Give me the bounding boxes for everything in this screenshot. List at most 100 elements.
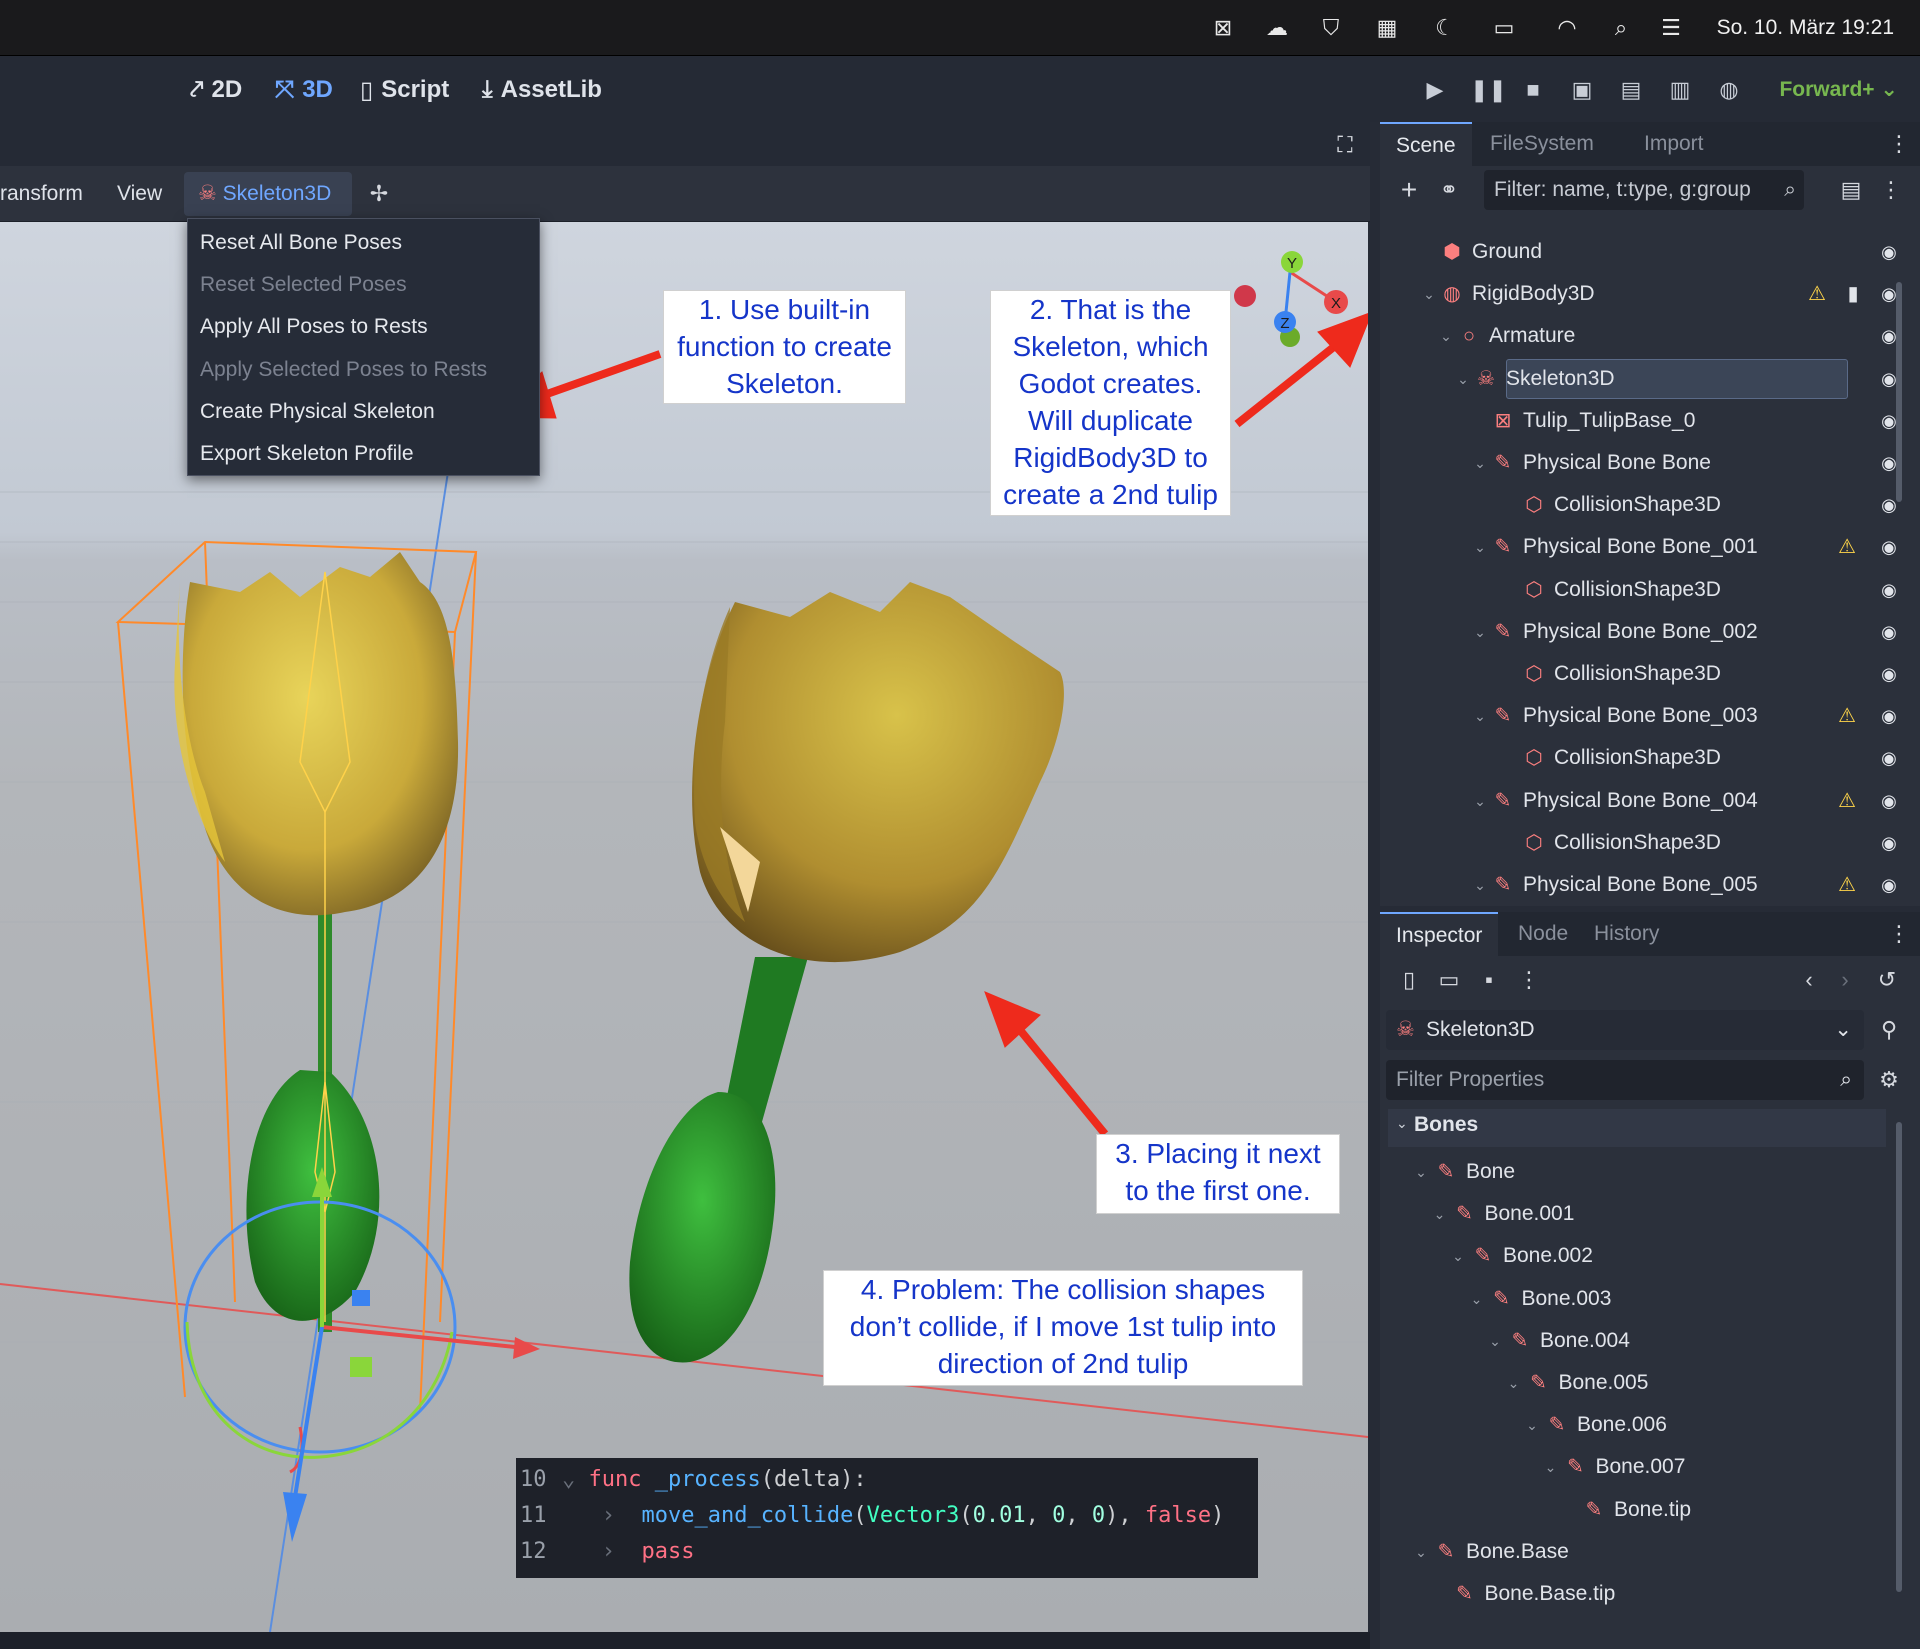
warning-icon[interactable]: ⚠ bbox=[1834, 789, 1860, 813]
battery-icon[interactable]: ▭ bbox=[1484, 14, 1524, 42]
bone-row[interactable]: ⌄ ✎ Bone.001 bbox=[1388, 1194, 1888, 1234]
visibility-eye-icon[interactable]: ◉ bbox=[1876, 620, 1902, 644]
visibility-eye-icon[interactable]: ◉ bbox=[1876, 240, 1902, 264]
bone-row[interactable]: ✎ Bone.tip bbox=[1388, 1490, 1888, 1530]
chevron-down-icon[interactable]: ⌄ bbox=[1449, 1244, 1467, 1268]
no-camera-icon[interactable]: ⊠ bbox=[1208, 14, 1238, 42]
bone-row[interactable]: ⌄ ✎ Bone.Base bbox=[1388, 1532, 1888, 1572]
scene-tree-row[interactable]: ⌄ ◍ RigidBody3D ⚠ ▮ ◉ bbox=[1388, 274, 1918, 314]
scene-tree-row[interactable]: ⌄ ✎ Physical Bone Bone_001 ⚠ ◉ bbox=[1388, 527, 1918, 567]
script-icon[interactable]: ▮ bbox=[1840, 282, 1866, 306]
chevron-down-icon[interactable]: ⌄ bbox=[1471, 620, 1489, 644]
scene-tree-row[interactable]: ⊠ Tulip_TulipBase_0 ◉ bbox=[1388, 401, 1918, 441]
chevron-down-icon[interactable]: ⌄ bbox=[1437, 324, 1455, 348]
bone-gizmo-icon[interactable]: ✢ bbox=[364, 179, 394, 209]
scene-tree-row[interactable]: ⌄ ○ Armature ◉ bbox=[1388, 316, 1918, 356]
history-back-icon[interactable]: ‹ bbox=[1794, 965, 1824, 995]
bone-row[interactable]: ⌄ ✎ Bone.003 bbox=[1388, 1279, 1888, 1319]
bones-section-header[interactable]: ⌄ Bones bbox=[1388, 1109, 1886, 1147]
tab-filesystem[interactable]: FileSystem bbox=[1474, 122, 1610, 166]
bone-row[interactable]: ⌄ ✎ Bone.006 bbox=[1388, 1405, 1888, 1445]
bone-row[interactable]: ⌄ ✎ Bone.004 bbox=[1388, 1321, 1888, 1361]
movie-maker-icon[interactable]: ◍ bbox=[1715, 76, 1743, 104]
warning-icon[interactable]: ⚠ bbox=[1834, 704, 1860, 728]
scene-tree-row[interactable]: ⌄ ☠ Skeleton3D ◉ bbox=[1388, 358, 1918, 399]
visibility-eye-icon[interactable]: ◉ bbox=[1876, 789, 1902, 813]
menu-item-create-physical-skeleton[interactable]: Create Physical Skeleton bbox=[200, 396, 435, 428]
shield-icon[interactable]: ⛉ bbox=[1316, 14, 1346, 42]
skeleton3d-menu-button[interactable]: ☠ Skeleton3D bbox=[184, 172, 352, 216]
play-icon[interactable]: ▶ bbox=[1421, 76, 1449, 104]
scene-tree-row[interactable]: ⌄ ✎ Physical Bone Bone ◉ bbox=[1388, 443, 1918, 483]
link-icon[interactable]: ⚭ bbox=[1434, 175, 1464, 205]
renderer-select[interactable]: Forward+ ⌄ bbox=[1779, 74, 1898, 106]
save-icon[interactable]: ▪ bbox=[1474, 965, 1504, 995]
bone-row[interactable]: ⌄ ✎ Bone bbox=[1388, 1152, 1888, 1192]
chevron-down-icon[interactable]: ⌄ bbox=[1542, 1455, 1560, 1479]
visibility-eye-icon[interactable]: ◉ bbox=[1876, 873, 1902, 897]
new-resource-icon[interactable]: ▯ bbox=[1394, 965, 1424, 995]
visibility-eye-icon[interactable]: ◉ bbox=[1876, 831, 1902, 855]
extra-options-icon[interactable]: ⋮ bbox=[1514, 965, 1544, 995]
filter-properties-input[interactable]: Filter Properties ⌕ bbox=[1386, 1060, 1864, 1100]
visibility-eye-icon[interactable]: ◉ bbox=[1876, 746, 1902, 770]
wifi-icon[interactable]: ◠ bbox=[1552, 14, 1582, 42]
tab-inspector[interactable]: Inspector bbox=[1380, 912, 1499, 956]
scene-tree-row[interactable]: ⌄ ✎ Physical Bone Bone_003 ⚠ ◉ bbox=[1388, 696, 1918, 736]
scene-tree-row[interactable]: ⬡ CollisionShape3D ◉ bbox=[1388, 738, 1918, 778]
play-scene-icon[interactable]: ▤ bbox=[1617, 76, 1645, 104]
scene-tree-row[interactable]: ⌄ ✎ Physical Bone Bone_005 ⚠ ◉ bbox=[1388, 865, 1918, 904]
warning-icon[interactable]: ⚠ bbox=[1834, 873, 1860, 897]
scene-tree-scrollbar[interactable] bbox=[1896, 282, 1902, 502]
warning-icon[interactable]: ⚠ bbox=[1804, 282, 1830, 306]
chevron-down-icon[interactable]: ⌄ bbox=[1431, 1202, 1449, 1226]
scene-tree-row[interactable]: ⬢ Ground ◉ bbox=[1388, 232, 1918, 272]
move-gizmo[interactable] bbox=[283, 1167, 540, 1542]
chevron-down-icon[interactable]: ⌄ bbox=[1471, 873, 1489, 897]
distraction-free-icon[interactable]: ⛶ bbox=[1330, 130, 1360, 160]
workspace-script-button[interactable]: ▯ Script bbox=[360, 74, 449, 106]
workspace-assetlib-button[interactable]: ⤓ AssetLib bbox=[482, 74, 602, 106]
chevron-down-icon[interactable]: ⌄ bbox=[1471, 704, 1489, 728]
pause-icon[interactable]: ❚❚ bbox=[1470, 76, 1507, 104]
view-menu[interactable]: View bbox=[117, 178, 162, 210]
chevron-down-icon[interactable]: ⌄ bbox=[1471, 451, 1489, 475]
history-forward-icon[interactable]: › bbox=[1830, 965, 1860, 995]
bone-row[interactable]: ⌄ ✎ Bone.005 bbox=[1388, 1363, 1888, 1403]
inspector-scrollbar[interactable] bbox=[1896, 1122, 1902, 1592]
tab-scene[interactable]: Scene bbox=[1380, 122, 1472, 166]
chevron-down-icon[interactable]: ⌄ bbox=[1420, 282, 1438, 306]
scene-filter-input[interactable]: Filter: name, t:type, g:group ⌕ bbox=[1484, 170, 1804, 210]
chevron-down-icon[interactable]: ⌄ bbox=[1523, 1413, 1541, 1437]
chevron-down-icon[interactable]: ⌄ bbox=[1486, 1329, 1504, 1353]
menu-item-reset-all-bone-poses[interactable]: Reset All Bone Poses bbox=[200, 227, 402, 259]
tab-history[interactable]: History bbox=[1578, 912, 1675, 956]
object-history-icon[interactable]: ↺ bbox=[1872, 965, 1902, 995]
tab-node[interactable]: Node bbox=[1502, 912, 1584, 956]
spotlight-search-icon[interactable]: ⌕ bbox=[1606, 14, 1636, 42]
open-docs-icon[interactable]: ⚲ bbox=[1874, 1015, 1904, 1045]
chevron-down-icon[interactable]: ⌄ bbox=[1468, 1287, 1486, 1311]
bone-row[interactable]: ⌄ ✎ Bone.002 bbox=[1388, 1236, 1888, 1276]
bone-row[interactable]: ✎ Bone.Base.tip bbox=[1388, 1574, 1888, 1614]
menu-item-export-skeleton-profile[interactable]: Export Skeleton Profile bbox=[200, 438, 414, 470]
scene-tree-row[interactable]: ⬡ CollisionShape3D ◉ bbox=[1388, 570, 1918, 610]
add-node-icon[interactable]: + bbox=[1394, 175, 1424, 205]
dock-menu-icon[interactable]: ⋮ bbox=[1884, 919, 1914, 949]
chevron-down-icon[interactable]: ⌄ bbox=[1471, 535, 1489, 559]
workspace-3d-button[interactable]: ⤧ 3D bbox=[275, 74, 333, 106]
keyboard-icon[interactable]: ▦ bbox=[1372, 14, 1402, 42]
menubar-clock[interactable]: So. 10. März 19:21 bbox=[1717, 14, 1894, 42]
chevron-down-icon[interactable]: ⌄ bbox=[1471, 789, 1489, 813]
object-select[interactable]: ☠ Skeleton3D ⌄ bbox=[1386, 1010, 1864, 1050]
tab-import[interactable]: Import bbox=[1628, 122, 1720, 166]
control-center-icon[interactable]: ☰ bbox=[1656, 14, 1686, 42]
cloud-icon[interactable]: ☁ bbox=[1262, 14, 1292, 42]
bone-row[interactable]: ⌄ ✎ Bone.007 bbox=[1388, 1447, 1888, 1487]
chevron-down-icon[interactable]: ⌄ bbox=[1505, 1371, 1523, 1395]
play-custom-scene-icon[interactable]: ▥ bbox=[1666, 76, 1694, 104]
scene-tree-row[interactable]: ⌄ ✎ Physical Bone Bone_002 ◉ bbox=[1388, 612, 1918, 652]
visibility-eye-icon[interactable]: ◉ bbox=[1876, 578, 1902, 602]
dock-menu-icon[interactable]: ⋮ bbox=[1884, 129, 1914, 159]
remote-debug-icon[interactable]: ▣ bbox=[1568, 76, 1596, 104]
